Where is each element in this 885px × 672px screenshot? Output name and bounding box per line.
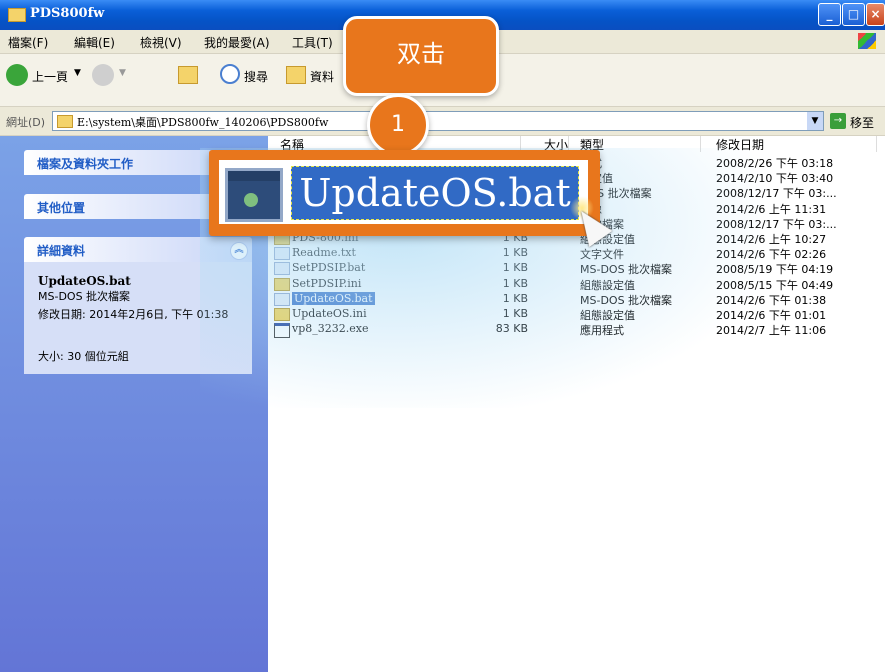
file-tasks-label: 檔案及資料夾工作 bbox=[37, 157, 134, 171]
go-button[interactable]: 移至 bbox=[850, 114, 874, 131]
instruction-callout: 双击 bbox=[343, 16, 499, 96]
close-button[interactable]: × bbox=[866, 3, 885, 26]
minimize-button[interactable]: _ bbox=[818, 3, 841, 26]
window-title: PDS800fw bbox=[30, 6, 105, 21]
menu-view[interactable]: 檢視(V) bbox=[140, 34, 182, 51]
menu-tools[interactable]: 工具(T) bbox=[292, 34, 333, 51]
address-label: 網址(D) bbox=[6, 116, 46, 129]
other-places-label: 其他位置 bbox=[37, 201, 86, 215]
address-field[interactable]: E:\system\桌面\PDS800fw_140206\PDS800fw ▼ bbox=[52, 111, 824, 131]
menu-edit[interactable]: 編輯(E) bbox=[74, 34, 115, 51]
search-button[interactable]: 搜尋 bbox=[244, 68, 268, 85]
go-arrow-icon[interactable]: → bbox=[830, 113, 846, 129]
details-file-type: MS-DOS 批次檔案 bbox=[38, 290, 131, 303]
folders-button[interactable]: 資料 bbox=[310, 68, 334, 85]
address-bar: 網址(D) E:\system\桌面\PDS800fw_140206\PDS80… bbox=[0, 107, 885, 136]
details-size: 大小: 30 個位元組 bbox=[38, 350, 129, 363]
zoom-file-name[interactable]: UpdateOS.bat bbox=[291, 166, 579, 220]
zoom-inner: UpdateOS.bat bbox=[219, 160, 588, 224]
folders-icon[interactable] bbox=[286, 66, 306, 84]
forward-arrow-icon[interactable] bbox=[92, 64, 114, 86]
back-dropdown-icon[interactable]: ▼ bbox=[74, 68, 81, 78]
address-path: E:\system\桌面\PDS800fw_140206\PDS800fw bbox=[77, 116, 329, 129]
folder-icon bbox=[8, 8, 26, 22]
window-bar bbox=[228, 171, 280, 181]
step-number-badge: 1 bbox=[367, 94, 429, 156]
folder-icon bbox=[57, 115, 73, 128]
menu-file[interactable]: 檔案(F) bbox=[8, 34, 48, 51]
zoom-highlight: UpdateOS.bat bbox=[209, 150, 600, 236]
forward-dropdown-icon[interactable]: ▼ bbox=[119, 68, 126, 78]
windows-logo-icon bbox=[858, 33, 876, 49]
folder-up-icon[interactable] bbox=[178, 66, 198, 84]
gear-icon bbox=[244, 193, 258, 207]
details-file-name: UpdateOS.bat bbox=[38, 274, 131, 288]
back-button[interactable]: 上一頁 bbox=[32, 68, 68, 85]
back-arrow-icon[interactable] bbox=[6, 64, 28, 86]
details-label: 詳細資料 bbox=[37, 244, 86, 258]
address-dropdown-icon[interactable]: ▼ bbox=[807, 112, 823, 130]
batch-file-icon bbox=[225, 168, 283, 222]
menu-favorites[interactable]: 我的最愛(A) bbox=[204, 34, 270, 51]
maximize-button[interactable]: □ bbox=[842, 3, 865, 26]
search-icon[interactable] bbox=[220, 64, 240, 84]
